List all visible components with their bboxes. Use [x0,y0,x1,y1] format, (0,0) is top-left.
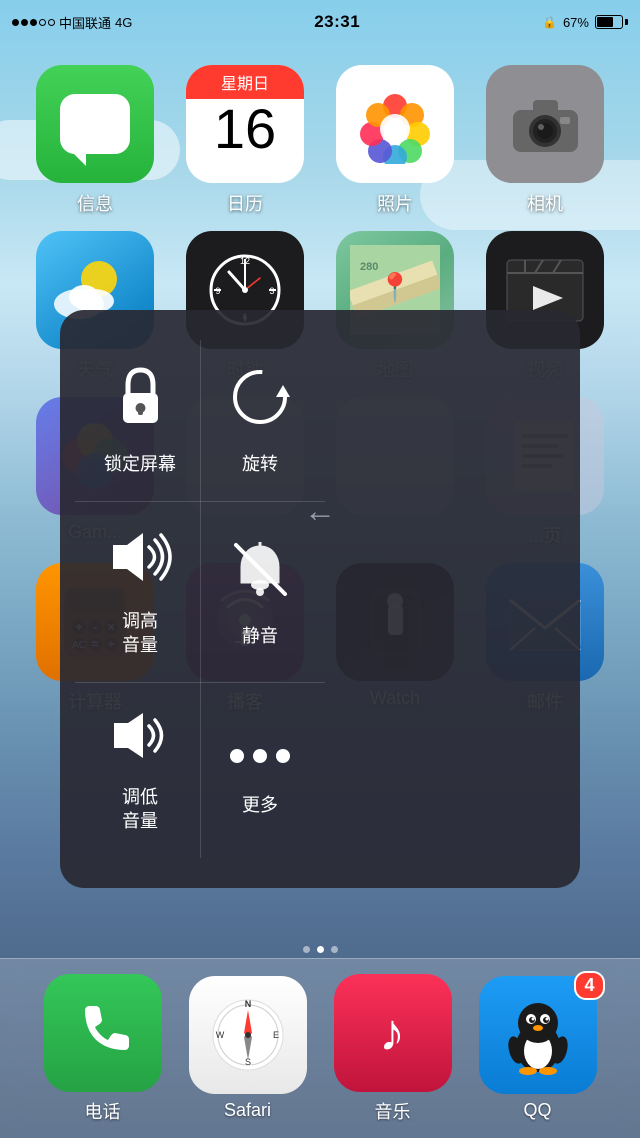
more-button[interactable]: 更多 [200,683,320,858]
message-bubble [60,94,130,154]
more-svg [225,741,295,771]
svg-text:E: E [272,1030,278,1040]
volume-up-label: 调高音量 [122,610,158,657]
network-type: 4G [115,15,132,30]
phone-label: 电话 [85,1098,121,1124]
page-indicator [0,946,640,953]
svg-text:280: 280 [360,261,378,273]
qq-penguin-svg [498,995,578,1075]
music-svg: ♪ [360,1000,425,1065]
more-icon [225,724,295,780]
volume-down-icon [108,708,173,772]
calendar-day: 星期日 [186,65,304,99]
dock-music[interactable]: ♪ 音乐 [334,974,452,1124]
signal-dot-2 [21,19,28,26]
svg-text:♪: ♪ [379,1004,405,1062]
vertical-divider [200,340,201,858]
volume-down-label: 调低音量 [122,786,158,833]
signal-dot-3 [30,19,37,26]
lock-screen-label: 锁定屏幕 [104,453,176,476]
signal-dot-4 [39,19,46,26]
app-camera[interactable]: 相机 [475,65,615,216]
music-label: 音乐 [375,1098,411,1124]
phone-icon [44,974,162,1092]
photos-icon [336,65,454,183]
volume-up-button[interactable]: 调高音量 [80,502,200,682]
camera-svg [508,92,583,157]
calendar-icon: 星期日 16 [186,65,304,183]
page-dot-1 [303,946,310,953]
svg-text:S: S [244,1057,250,1067]
signal-indicator [12,19,55,26]
page-dot-3 [331,946,338,953]
svg-text:W: W [215,1030,224,1040]
battery-percentage: 67% [563,15,589,30]
assistive-menu[interactable]: 锁定屏幕 旋转 [60,310,580,888]
camera-icon [486,65,604,183]
lock-svg [113,365,168,430]
qq-badge: 4 [574,971,604,1000]
lock-status-icon: 🔒 [542,15,557,29]
battery-icon [595,15,628,29]
app-messages[interactable]: 信息 [25,65,165,216]
svg-text:📍: 📍 [378,271,413,304]
rotate-svg [228,365,293,430]
battery-fill [597,17,613,27]
dock-phone[interactable]: 电话 [44,974,162,1124]
lock-icon [113,365,168,439]
vol-down-svg [108,708,173,763]
rotate-icon [228,365,293,439]
safari-label: Safari [224,1100,271,1121]
lock-screen-button[interactable]: 锁定屏幕 [80,340,200,501]
photos-flower-svg [355,84,435,164]
volume-up-icon [105,527,175,596]
clock-display: 23:31 [314,12,360,32]
mute-button[interactable]: 静音 [200,502,320,682]
signal-dot-5 [48,19,55,26]
app-calendar[interactable]: 星期日 16 日历 [175,65,315,216]
vol-up-svg [105,527,175,587]
mute-icon [228,537,293,611]
safari-svg: N S E W [208,995,288,1075]
app-photos[interactable]: 照片 [325,65,465,216]
photos-label: 照片 [377,190,413,216]
rotate-button[interactable]: 旋转 [200,340,320,501]
camera-label: 相机 [527,190,563,216]
status-left: 中国联通 4G [12,13,132,32]
calendar-label: 日历 [227,190,263,216]
dock: 电话 N S E W Safari ♪ 音乐 [0,958,640,1138]
messages-icon [36,65,154,183]
page-dot-2 [317,946,324,953]
battery-body [595,15,623,29]
more-label: 更多 [242,794,278,817]
messages-label: 信息 [77,190,113,216]
safari-icon: N S E W [189,976,307,1094]
mute-label: 静音 [242,625,278,648]
battery-tip [625,19,628,25]
dock-qq[interactable]: 4 QQ [479,976,597,1121]
phone-svg [70,1000,135,1065]
mute-svg [228,537,293,602]
app-row-1: 信息 星期日 16 日历 [20,65,620,216]
qq-label: QQ [523,1100,551,1121]
dock-safari[interactable]: N S E W Safari [189,976,307,1121]
svg-text:N: N [244,999,251,1009]
volume-down-button[interactable]: 调低音量 [80,683,200,858]
rotate-label: 旋转 [242,453,278,476]
carrier-label: 中国联通 [59,13,111,32]
signal-dot-1 [12,19,19,26]
qq-icon: 4 [479,976,597,1094]
status-right: 🔒 67% [542,15,628,30]
music-icon: ♪ [334,974,452,1092]
status-bar: 中国联通 4G 23:31 🔒 67% [0,0,640,44]
calendar-date: 16 [214,99,276,157]
